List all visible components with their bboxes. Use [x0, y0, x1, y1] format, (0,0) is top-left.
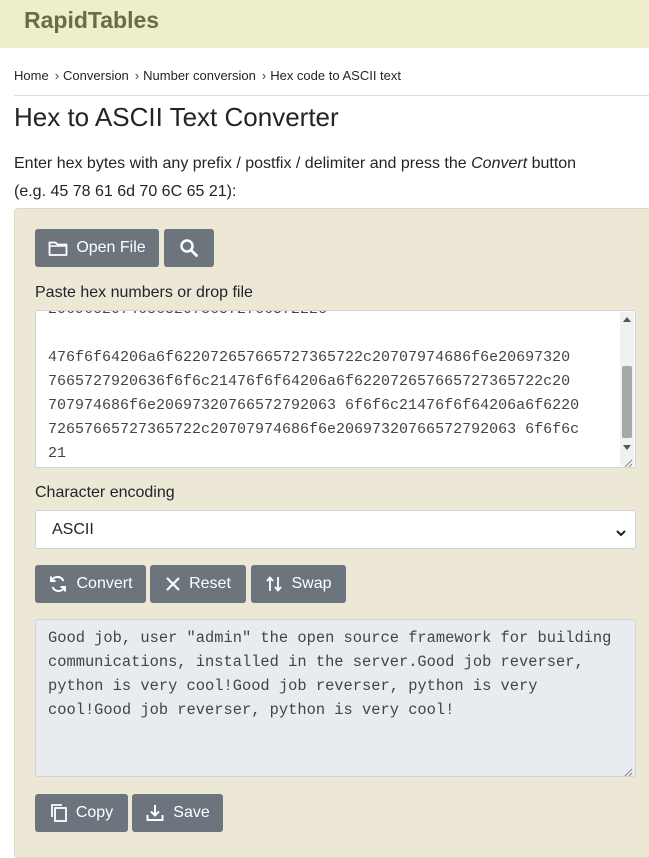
intro-suffix: button — [527, 155, 577, 172]
save-button[interactable]: Save — [132, 794, 223, 832]
example-text: (e.g. 45 78 61 6d 70 6C 65 21): — [14, 183, 237, 200]
download-icon — [145, 803, 165, 823]
breadcrumb-conversion[interactable]: Conversion — [63, 68, 129, 83]
swap-label: Swap — [291, 575, 332, 592]
breadcrumb-separator: › — [134, 68, 140, 83]
search-icon — [179, 238, 199, 258]
breadcrumb: Home › Conversion › Number conversion › Hex co… — [14, 68, 401, 83]
output-text: Good job, user "admin" the open source f… — [48, 629, 621, 719]
swap-arrows-icon — [265, 575, 283, 593]
reset-label: Reset — [189, 575, 231, 592]
hex-input-label: Paste hex numbers or drop file — [35, 284, 253, 301]
close-icon — [165, 576, 181, 592]
convert-label: Convert — [76, 575, 133, 592]
convert-button[interactable]: Convert — [35, 565, 146, 603]
intro-prefix: Enter hex bytes with any prefix / postfi… — [14, 155, 472, 172]
page-title: Hex to ASCII Text Converter — [14, 102, 339, 132]
top-bar: RapidTables — [0, 0, 649, 48]
breadcrumb-home[interactable]: Home — [14, 68, 49, 83]
scroll-down-arrow-icon[interactable] — [623, 445, 631, 450]
open-file-label: Open File — [76, 239, 146, 256]
search-button[interactable] — [164, 229, 214, 267]
resize-handle-icon[interactable] — [623, 764, 633, 776]
hex-input-text: 20696e207468652073657276657222e 476f6f64… — [48, 311, 580, 462]
resize-handle-icon[interactable] — [623, 455, 633, 467]
hex-input-textarea[interactable]: 20696e207468652073657276657222e 476f6f64… — [35, 310, 636, 468]
open-file-button[interactable]: Open File — [35, 229, 159, 267]
divider — [14, 95, 649, 96]
folder-icon — [48, 239, 68, 257]
save-label: Save — [173, 804, 210, 821]
breadcrumb-number-conversion[interactable]: Number conversion — [143, 68, 256, 83]
swap-button[interactable]: Swap — [251, 565, 346, 603]
refresh-icon — [48, 574, 68, 594]
scroll-up-arrow-icon[interactable] — [623, 317, 631, 322]
copy-label: Copy — [75, 804, 114, 821]
encoding-select[interactable]: ASCII — [35, 510, 636, 549]
breadcrumb-current[interactable]: Hex code to ASCII text — [270, 68, 401, 83]
copy-icon — [50, 803, 68, 823]
hex-input-scrollbar[interactable] — [620, 312, 634, 466]
breadcrumb-separator: › — [261, 68, 267, 83]
copy-button[interactable]: Copy — [35, 794, 128, 832]
scroll-thumb[interactable] — [622, 366, 632, 438]
intro-emphasis: Convert — [471, 155, 528, 172]
encoding-label: Character encoding — [35, 484, 175, 501]
reset-button[interactable]: Reset — [150, 565, 246, 603]
chevron-down-icon — [615, 525, 627, 543]
intro-text: Enter hex bytes with any prefix / postfi… — [14, 155, 576, 173]
brand-logo[interactable]: RapidTables — [24, 7, 159, 34]
breadcrumb-separator: › — [54, 68, 60, 83]
output-textarea[interactable]: Good job, user "admin" the open source f… — [35, 619, 636, 777]
encoding-selected-value: ASCII — [52, 520, 94, 538]
